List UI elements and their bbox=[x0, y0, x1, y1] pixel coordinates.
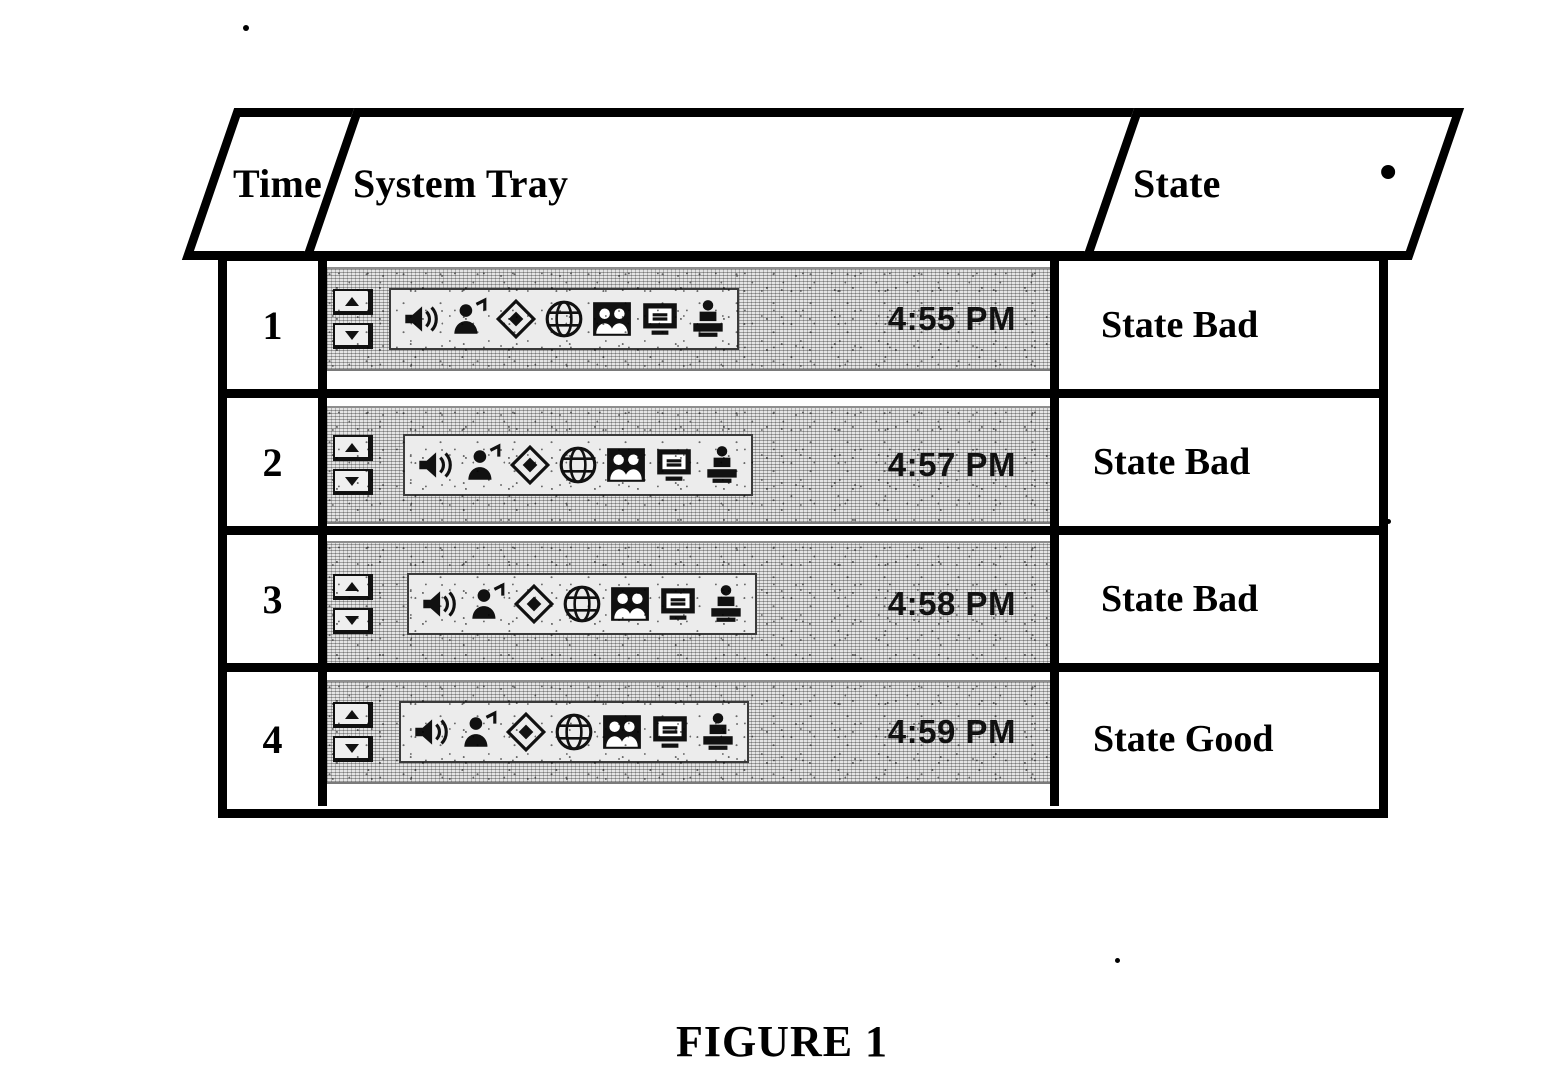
triangle-up-icon bbox=[344, 442, 359, 452]
cell-state: State Bad bbox=[1059, 261, 1379, 389]
column-header-time-label: Time bbox=[233, 161, 322, 206]
triangle-down-icon bbox=[344, 330, 359, 340]
diamond-shield-icon[interactable] bbox=[513, 582, 555, 626]
column-header-state-label: State bbox=[1133, 161, 1221, 206]
triangle-up-icon bbox=[344, 296, 359, 306]
diamond-shield-icon[interactable] bbox=[505, 710, 547, 754]
cell-system-tray: 4:58 PM bbox=[327, 535, 1059, 663]
state-history-table: 1 4:55 PM State Bad 2 4:57 PM State Bad … bbox=[218, 252, 1388, 818]
spinner-down-button[interactable] bbox=[333, 608, 373, 634]
taskbar-clock[interactable]: 4:58 PM bbox=[757, 585, 1044, 623]
monitor-display-icon[interactable] bbox=[649, 710, 691, 754]
cell-system-tray: 4:57 PM bbox=[327, 398, 1059, 526]
two-people-icon[interactable] bbox=[601, 710, 643, 754]
scan-artifact-dot-bottom bbox=[1115, 958, 1120, 963]
cell-system-tray: 4:59 PM bbox=[327, 672, 1059, 806]
table-header-band: Time System Tray State bbox=[178, 108, 1465, 260]
globe-circle-icon[interactable] bbox=[553, 710, 595, 754]
diamond-shield-icon[interactable] bbox=[509, 443, 551, 487]
table-row: 3 4:58 PM State Bad bbox=[227, 535, 1379, 672]
column-header-system-tray-label: System Tray bbox=[353, 161, 569, 206]
figure-caption: FIGURE 1 bbox=[675, 1017, 889, 1066]
cell-state: State Bad bbox=[1059, 535, 1379, 663]
taskbar-screenshot: 4:59 PM bbox=[327, 680, 1050, 784]
taskbar-clock[interactable]: 4:55 PM bbox=[739, 300, 1044, 338]
speaker-volume-icon[interactable] bbox=[417, 582, 459, 626]
spinner-up-button[interactable] bbox=[333, 702, 373, 728]
spinner-up-button[interactable] bbox=[333, 574, 373, 600]
monitor-display-icon[interactable] bbox=[639, 297, 681, 341]
taskbar-screenshot: 4:57 PM bbox=[327, 406, 1050, 524]
speaker-volume-icon[interactable] bbox=[409, 710, 451, 754]
cell-time: 4 bbox=[227, 672, 327, 806]
globe-circle-icon[interactable] bbox=[557, 443, 599, 487]
spinner-control[interactable] bbox=[333, 435, 379, 495]
scan-artifact-dot-top bbox=[243, 25, 249, 31]
notification-area bbox=[389, 288, 739, 350]
table-row: 2 4:57 PM State Bad bbox=[227, 398, 1379, 535]
cell-state: State Good bbox=[1059, 672, 1379, 806]
table-row: 4 4:59 PM State Good bbox=[227, 672, 1379, 806]
printer-network-icon[interactable] bbox=[705, 582, 747, 626]
time-value: 4 bbox=[262, 716, 283, 762]
time-value: 3 bbox=[262, 576, 283, 622]
spinner-down-button[interactable] bbox=[333, 469, 373, 495]
speaker-volume-icon[interactable] bbox=[413, 443, 455, 487]
notification-area bbox=[399, 701, 749, 763]
spinner-control[interactable] bbox=[333, 574, 379, 634]
person-headset-icon[interactable] bbox=[465, 582, 507, 626]
taskbar-clock[interactable]: 4:57 PM bbox=[753, 446, 1044, 484]
table-row: 1 4:55 PM State Bad bbox=[227, 261, 1379, 398]
monitor-display-icon[interactable] bbox=[653, 443, 695, 487]
taskbar-clock[interactable]: 4:59 PM bbox=[749, 713, 1044, 751]
triangle-down-icon bbox=[344, 615, 359, 625]
person-headset-icon[interactable] bbox=[461, 443, 503, 487]
notification-area bbox=[407, 573, 757, 635]
monitor-display-icon[interactable] bbox=[657, 582, 699, 626]
spinner-up-button[interactable] bbox=[333, 435, 373, 461]
triangle-down-icon bbox=[344, 476, 359, 486]
cell-time: 3 bbox=[227, 535, 327, 663]
two-people-icon[interactable] bbox=[591, 297, 633, 341]
column-header-system-tray: System Tray bbox=[301, 108, 1145, 260]
speaker-volume-icon[interactable] bbox=[399, 297, 441, 341]
two-people-icon[interactable] bbox=[609, 582, 651, 626]
person-headset-icon[interactable] bbox=[447, 297, 489, 341]
globe-circle-icon[interactable] bbox=[561, 582, 603, 626]
triangle-up-icon bbox=[344, 709, 359, 719]
taskbar-screenshot: 4:58 PM bbox=[327, 541, 1050, 663]
spinner-control[interactable] bbox=[333, 702, 379, 762]
person-headset-icon[interactable] bbox=[457, 710, 499, 754]
cell-time: 1 bbox=[227, 261, 327, 389]
globe-circle-icon[interactable] bbox=[543, 297, 585, 341]
triangle-down-icon bbox=[344, 743, 359, 753]
taskbar-screenshot: 4:55 PM bbox=[327, 267, 1050, 371]
two-people-icon[interactable] bbox=[605, 443, 647, 487]
cell-state: State Bad bbox=[1059, 398, 1379, 526]
printer-network-icon[interactable] bbox=[701, 443, 743, 487]
printer-network-icon[interactable] bbox=[697, 710, 739, 754]
spinner-up-button[interactable] bbox=[333, 289, 373, 315]
status-badge: State Bad bbox=[1093, 441, 1251, 483]
cell-time: 2 bbox=[227, 398, 327, 526]
notification-area bbox=[403, 434, 753, 496]
cell-system-tray: 4:55 PM bbox=[327, 261, 1059, 389]
spinner-down-button[interactable] bbox=[333, 323, 373, 349]
triangle-up-icon bbox=[344, 581, 359, 591]
spinner-down-button[interactable] bbox=[333, 736, 373, 762]
spinner-control[interactable] bbox=[333, 289, 379, 349]
column-header-state: State bbox=[1081, 108, 1465, 260]
status-badge: State Bad bbox=[1101, 304, 1259, 346]
status-badge: State Good bbox=[1093, 718, 1274, 760]
diamond-shield-icon[interactable] bbox=[495, 297, 537, 341]
header-marker-dot-icon bbox=[1381, 165, 1396, 179]
status-badge: State Bad bbox=[1101, 578, 1259, 620]
time-value: 2 bbox=[262, 439, 283, 485]
printer-network-icon[interactable] bbox=[687, 297, 729, 341]
time-value: 1 bbox=[262, 302, 283, 348]
